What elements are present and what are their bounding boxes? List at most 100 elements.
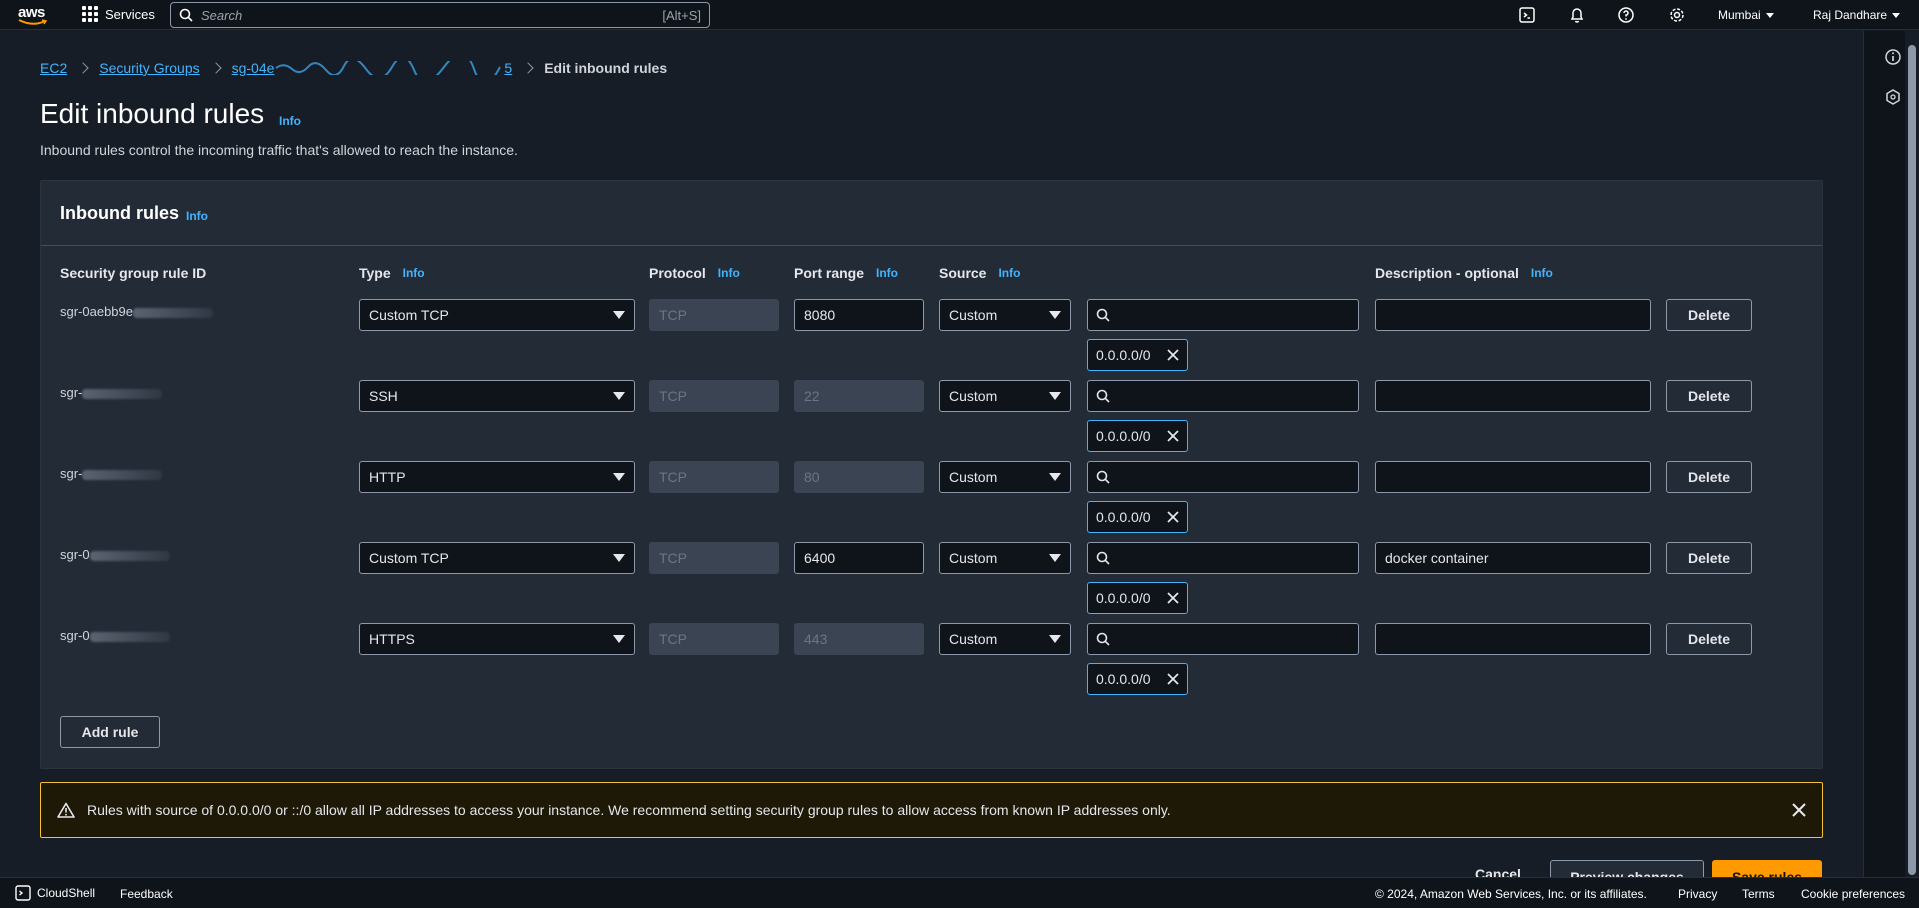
cidr-value: 0.0.0.0/0 — [1096, 590, 1151, 606]
source-select[interactable]: Custom — [939, 461, 1071, 493]
cloudshell-icon[interactable] — [1518, 6, 1536, 24]
type-value: Custom TCP — [369, 307, 449, 323]
column-header-description: Description - optional Info — [1375, 265, 1553, 281]
settings-gear-icon[interactable] — [1668, 6, 1686, 24]
rule-id-text: sgr- — [60, 466, 83, 481]
description-info-link[interactable]: Info — [1531, 266, 1553, 280]
top-navigation: aws Services Search [Alt+S] Mumbai Raj D… — [0, 0, 1919, 30]
breadcrumb-security-groups-link[interactable]: Security Groups — [99, 60, 199, 76]
panel-header: Inbound rules Info — [41, 181, 1822, 246]
notifications-bell-icon[interactable] — [1568, 6, 1586, 24]
remove-token-x-icon[interactable] — [1167, 673, 1179, 685]
footer-privacy-link[interactable]: Privacy — [1678, 887, 1717, 901]
chevron-right-icon — [522, 62, 534, 74]
footer-cloudshell-button[interactable]: CloudShell — [15, 885, 95, 901]
footer-terms-link[interactable]: Terms — [1742, 887, 1775, 901]
rule-id-text: sgr-0 — [60, 547, 90, 562]
description-input[interactable] — [1375, 461, 1651, 493]
breadcrumb-security-group-id-link[interactable]: sg-04e 5 — [232, 60, 513, 76]
page-title: Edit inbound rules — [40, 98, 265, 129]
description-input[interactable] — [1375, 623, 1651, 655]
panel-title: Inbound rules — [60, 203, 179, 223]
source-cidr-search-input[interactable] — [1087, 380, 1359, 412]
footer-feedback-link[interactable]: Feedback — [120, 887, 173, 901]
dropdown-caret-icon — [613, 635, 625, 643]
delete-rule-button[interactable]: Delete — [1666, 623, 1752, 655]
rule-row: sgr-0aebb9e Custom TCP TCP 8080 Custom Delete… — [41, 292, 1822, 372]
dropdown-caret-icon — [613, 554, 625, 562]
caret-down-icon — [1765, 12, 1774, 18]
add-rule-button[interactable]: Add rule — [60, 716, 160, 748]
port-range-input[interactable]: 8080 — [794, 299, 924, 331]
resources-hexagon-icon[interactable] — [1884, 88, 1902, 106]
source-select[interactable]: Custom — [939, 623, 1071, 655]
type-select[interactable]: HTTPS — [359, 623, 635, 655]
delete-rule-button[interactable]: Delete — [1666, 461, 1752, 493]
breadcrumb-ec2-link[interactable]: EC2 — [40, 60, 67, 76]
info-panel-icon[interactable] — [1884, 48, 1902, 66]
warning-alert: Rules with source of 0.0.0.0/0 or ::/0 a… — [40, 782, 1823, 838]
source-value: Custom — [949, 631, 998, 647]
type-select[interactable]: SSH — [359, 380, 635, 412]
remove-token-x-icon[interactable] — [1167, 511, 1179, 523]
type-select[interactable]: Custom TCP — [359, 542, 635, 574]
page-scrollbar[interactable] — [1905, 31, 1919, 877]
rule-row: sgr- HTTP TCP 80 Custom Delete 0.0.0.0/0 — [41, 454, 1822, 534]
source-cidr-search-input[interactable] — [1087, 542, 1359, 574]
protocol-field: TCP — [649, 542, 779, 574]
port-range-input: 80 — [794, 461, 924, 493]
source-info-link[interactable]: Info — [998, 266, 1020, 280]
help-icon[interactable] — [1617, 6, 1635, 24]
aws-logo[interactable]: aws — [18, 4, 52, 26]
source-cidr-search-input[interactable] — [1087, 623, 1359, 655]
type-select[interactable]: HTTP — [359, 461, 635, 493]
cidr-value: 0.0.0.0/0 — [1096, 509, 1151, 525]
global-search-input[interactable]: Search [Alt+S] — [170, 2, 710, 28]
sg-id-prefix: sg-04e — [231, 60, 275, 76]
source-cidr-search-input[interactable] — [1087, 461, 1359, 493]
protocol-info-link[interactable]: Info — [718, 266, 740, 280]
services-menu-button[interactable]: Services — [82, 6, 155, 22]
rule-row: sgr- SSH TCP 22 Custom Delete 0.0.0.0/0 — [41, 373, 1822, 453]
protocol-field: TCP — [649, 299, 779, 331]
rule-id-text: sgr- — [60, 385, 83, 400]
dropdown-caret-icon — [1049, 635, 1061, 643]
description-input[interactable] — [1375, 299, 1651, 331]
delete-rule-button[interactable]: Delete — [1666, 542, 1752, 574]
column-header-source: Source Info — [939, 265, 1020, 281]
type-value: HTTP — [369, 469, 406, 485]
page-info-link[interactable]: Info — [279, 114, 301, 128]
delete-rule-button[interactable]: Delete — [1666, 380, 1752, 412]
remove-token-x-icon[interactable] — [1167, 592, 1179, 604]
port-range-input[interactable]: 6400 — [794, 542, 924, 574]
cidr-value: 0.0.0.0/0 — [1096, 671, 1151, 687]
source-select[interactable]: Custom — [939, 380, 1071, 412]
warning-triangle-icon — [57, 802, 75, 818]
region-selector[interactable]: Mumbai — [1718, 8, 1774, 22]
type-value: SSH — [369, 388, 398, 404]
remove-token-x-icon[interactable] — [1167, 349, 1179, 361]
source-value: Custom — [949, 388, 998, 404]
column-header-type: Type Info — [359, 265, 425, 281]
scrollbar-thumb[interactable] — [1908, 45, 1916, 875]
panel-info-link[interactable]: Info — [186, 209, 208, 223]
description-input[interactable] — [1375, 380, 1651, 412]
rule-id-text: sgr-0 — [60, 628, 90, 643]
port-range-info-link[interactable]: Info — [876, 266, 898, 280]
delete-rule-button[interactable]: Delete — [1666, 299, 1752, 331]
dropdown-caret-icon — [613, 311, 625, 319]
dropdown-caret-icon — [1049, 473, 1061, 481]
footer-cookie-preferences-link[interactable]: Cookie preferences — [1801, 887, 1905, 901]
close-icon[interactable] — [1792, 803, 1806, 817]
account-menu[interactable]: Raj Dandhare — [1813, 8, 1901, 22]
dropdown-caret-icon — [1049, 554, 1061, 562]
source-cidr-search-input[interactable] — [1087, 299, 1359, 331]
type-select[interactable]: Custom TCP — [359, 299, 635, 331]
remove-token-x-icon[interactable] — [1167, 430, 1179, 442]
source-select[interactable]: Custom — [939, 542, 1071, 574]
type-info-link[interactable]: Info — [403, 266, 425, 280]
protocol-field: TCP — [649, 461, 779, 493]
port-range-value: 8080 — [804, 307, 836, 323]
description-input[interactable]: docker container — [1375, 542, 1651, 574]
source-select[interactable]: Custom — [939, 299, 1071, 331]
